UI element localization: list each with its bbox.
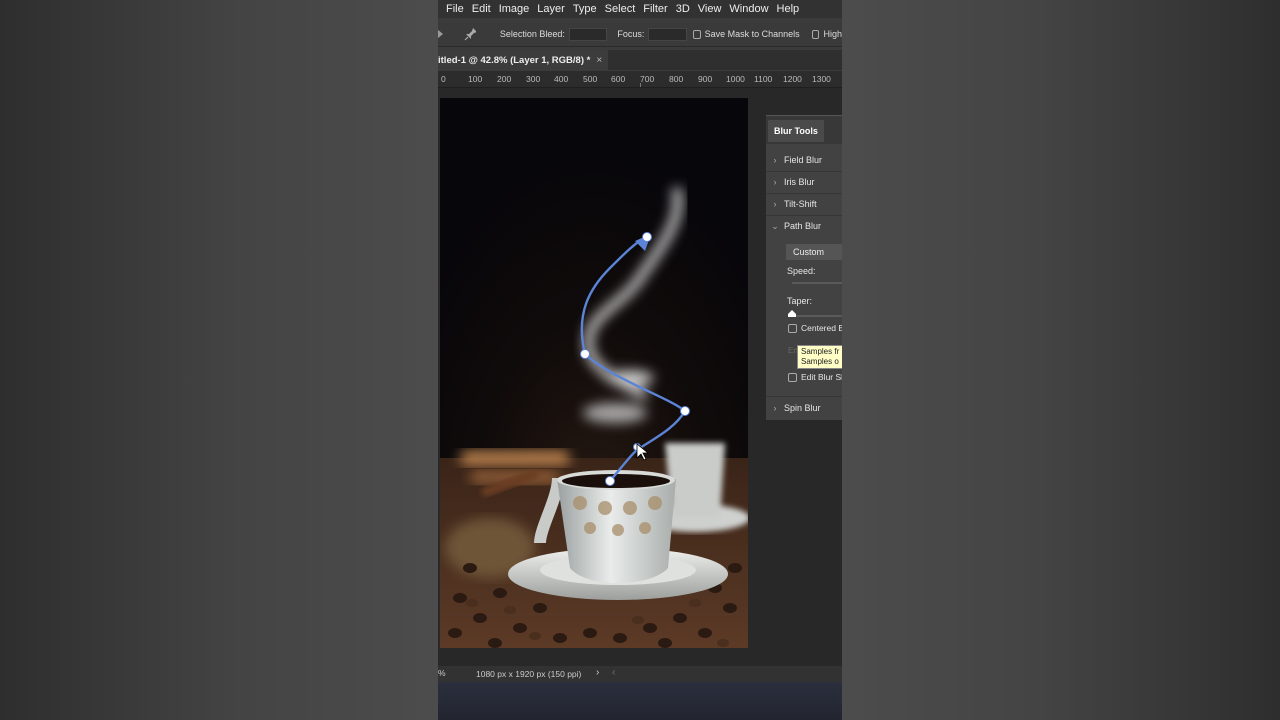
blur-tools-panel: Blur Tools › Field Blur › Iris Blur › Ti…	[766, 115, 842, 420]
section-iris-blur[interactable]: › Iris Blur	[766, 171, 842, 194]
menu-file[interactable]: File	[446, 3, 464, 15]
save-mask-label: Save Mask to Channels	[704, 29, 800, 39]
photoshop-window: File Edit Image Layer Type Select Filter…	[438, 0, 842, 720]
zoom-readout[interactable]: %	[438, 668, 446, 678]
selection-bleed-field[interactable]	[568, 27, 608, 41]
menu-filter[interactable]: Filter	[643, 3, 667, 15]
bottom-panel	[438, 682, 842, 720]
high-quality-checkbox[interactable]	[811, 29, 820, 39]
speed-slider[interactable]	[792, 282, 842, 284]
menu-layer[interactable]: Layer	[537, 3, 565, 15]
section-tilt-shift[interactable]: › Tilt-Shift	[766, 193, 842, 216]
document-tab-bar: itled-1 @ 42.8% (Layer 1, RGB/8) * ×	[438, 50, 842, 70]
ruler-label: 1200	[783, 74, 802, 84]
ruler-label: 400	[554, 74, 569, 84]
section-label: Field Blur	[784, 155, 823, 165]
menu-type[interactable]: Type	[573, 3, 597, 15]
centered-blur-option[interactable]: Centered Bl	[788, 323, 842, 333]
section-label: Tilt-Shift	[784, 199, 817, 209]
options-bar: Selection Bleed: Focus: Save Mask to Cha…	[438, 22, 842, 47]
ruler-label: 600	[611, 74, 626, 84]
pin-tool-icon[interactable]	[464, 27, 476, 41]
ruler-label: 200	[497, 74, 512, 84]
save-mask-checkbox[interactable]	[692, 29, 701, 39]
document-tab[interactable]: itled-1 @ 42.8% (Layer 1, RGB/8) * ×	[438, 50, 609, 70]
status-arrow-right-icon[interactable]: ›	[596, 667, 599, 678]
ruler-label: 0	[441, 74, 446, 84]
focus-field[interactable]	[648, 27, 687, 41]
section-path-blur[interactable]: ⌄ Path Blur	[766, 215, 842, 237]
horizontal-ruler: 0 100 200 300 400 500 600 700 800 900 10…	[438, 71, 842, 88]
edit-blur-shapes-label: Edit Blur Sh	[801, 372, 842, 382]
edit-blur-shapes-checkbox[interactable]	[788, 372, 797, 382]
left-backdrop	[0, 0, 438, 720]
section-label: Path Blur	[784, 221, 822, 231]
menu-3d[interactable]: 3D	[676, 3, 690, 15]
status-arrow-left-icon[interactable]: ‹	[612, 667, 615, 678]
section-field-blur[interactable]: › Field Blur	[766, 149, 842, 172]
path-blur-preset-select[interactable]: Custom	[786, 244, 842, 260]
slider-thumb-icon[interactable]	[787, 309, 797, 318]
coffee-cup-image	[440, 98, 748, 648]
ruler-label: 800	[669, 74, 684, 84]
ruler-cursor-marker	[640, 83, 641, 87]
centered-blur-label: Centered Bl	[801, 323, 842, 333]
taper-label: Taper:	[787, 296, 813, 306]
close-tab-icon[interactable]: ×	[596, 55, 602, 66]
ruler-label: 1000	[726, 74, 745, 84]
tool-arrow-icon[interactable]	[438, 27, 444, 41]
centered-blur-checkbox[interactable]	[788, 323, 797, 333]
high-quality-label: High	[823, 29, 842, 39]
ruler-label: 500	[583, 74, 598, 84]
speed-label: Speed:	[787, 266, 816, 276]
chevron-right-icon: ›	[773, 177, 777, 187]
menu-select[interactable]: Select	[605, 3, 636, 15]
blur-tools-tab[interactable]: Blur Tools	[768, 120, 824, 142]
menu-view[interactable]: View	[698, 3, 722, 15]
menu-bar: File Edit Image Layer Type Select Filter…	[438, 0, 842, 18]
document-dimensions: 1080 px x 1920 px (150 ppi)	[476, 669, 582, 679]
ruler-label: 1100	[754, 74, 773, 84]
section-label: Iris Blur	[784, 177, 815, 187]
document-title: itled-1 @ 42.8% (Layer 1, RGB/8) *	[438, 54, 591, 66]
ruler-label: 900	[698, 74, 713, 84]
panel-header: Blur Tools	[766, 116, 842, 144]
right-backdrop	[842, 0, 1280, 720]
tooltip: Samples fr Samples o	[797, 345, 842, 369]
chevron-down-icon: ⌄	[771, 220, 779, 231]
tooltip-line: Samples fr	[801, 347, 840, 356]
selection-bleed-label: Selection Bleed:	[499, 29, 565, 39]
menu-edit[interactable]: Edit	[472, 3, 491, 15]
chevron-right-icon: ›	[773, 403, 777, 413]
ruler-label: 1300	[812, 74, 831, 84]
ruler-label: 300	[526, 74, 541, 84]
chevron-right-icon: ›	[773, 199, 777, 209]
taper-slider[interactable]	[792, 315, 842, 317]
menu-window[interactable]: Window	[729, 3, 768, 15]
ruler-label: 700	[640, 74, 655, 84]
menu-image[interactable]: Image	[499, 3, 530, 15]
focus-label: Focus:	[617, 29, 645, 39]
section-spin-blur[interactable]: › Spin Blur	[766, 396, 842, 419]
chevron-right-icon: ›	[773, 155, 777, 165]
coffee-photo[interactable]	[440, 98, 748, 648]
tooltip-line: Samples o	[801, 357, 839, 366]
menu-help[interactable]: Help	[777, 3, 800, 15]
section-label: Spin Blur	[784, 403, 821, 413]
edit-blur-shapes-option[interactable]: Edit Blur Sh	[788, 372, 842, 382]
canvas-area[interactable]: Blur Tools › Field Blur › Iris Blur › Ti…	[438, 88, 842, 666]
ruler-label: 100	[468, 74, 483, 84]
status-bar: % 1080 px x 1920 px (150 ppi) › ‹	[438, 666, 842, 682]
